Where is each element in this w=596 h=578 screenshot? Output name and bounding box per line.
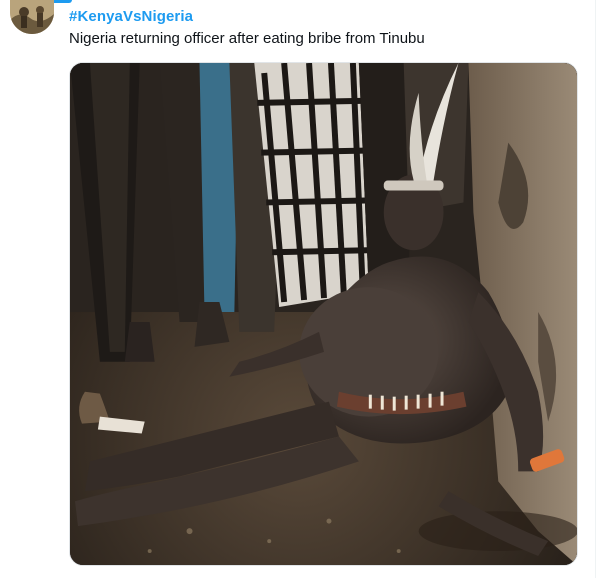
tweet-text: Nigeria returning officer after eating b… xyxy=(69,30,425,47)
tweet-photo[interactable] xyxy=(69,62,578,566)
tweet[interactable]: #KenyaVsNigeria Nigeria returning office… xyxy=(0,0,596,578)
avatar-image-icon xyxy=(10,0,54,34)
avatar[interactable] xyxy=(10,0,54,34)
photo-icon xyxy=(70,63,577,565)
hashtag-link[interactable]: #KenyaVsNigeria xyxy=(69,8,193,25)
